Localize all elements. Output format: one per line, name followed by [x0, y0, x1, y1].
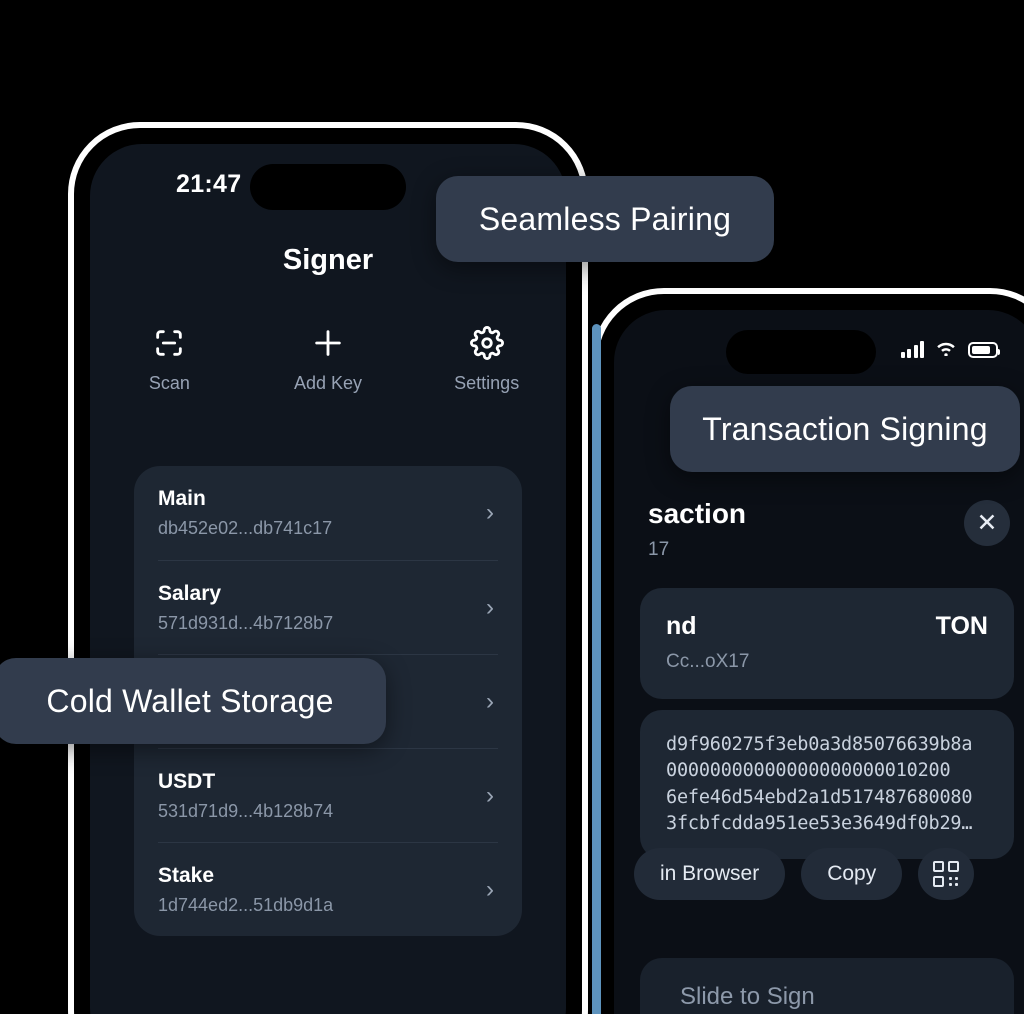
close-icon: ✕	[976, 508, 998, 537]
scan-icon	[152, 326, 186, 360]
slide-to-sign-slider[interactable]: Slide to Sign	[640, 958, 1014, 1014]
transaction-payload-card: d9f960275f3eb0a3d85076639b8a 00000000000…	[640, 710, 1014, 860]
wallet-name: Stake	[158, 863, 215, 887]
chevron-right-icon: ›	[486, 781, 494, 809]
copy-button[interactable]: Copy	[801, 848, 903, 900]
chevron-right-icon: ›	[486, 687, 494, 715]
action-add-key-label: Add Key	[293, 373, 363, 393]
qr-code-button[interactable]	[918, 848, 975, 900]
slide-to-sign-label: Slide to Sign	[680, 983, 815, 1010]
feature-pill-transaction-signing: Transaction Signing	[670, 386, 1020, 472]
close-button[interactable]: ✕	[964, 500, 1010, 546]
payload-line: d9f960275f3eb0a3d85076639b8a	[666, 734, 973, 755]
payload-line: 3fcbfcdda951ee53e3649df0b29…	[666, 812, 973, 834]
chevron-right-icon: ›	[486, 499, 494, 526]
payload-line: 00000000000000000000010200	[666, 760, 951, 782]
wallet-address: 571d931d...4b7128b7	[158, 612, 334, 633]
action-scan-label: Scan	[148, 373, 190, 393]
feature-pill-label: Cold Wallet Storage	[46, 682, 334, 719]
wallet-row[interactable]: Stake 1d744ed2...51db9d1a ›	[158, 842, 498, 936]
wallet-name: USDT	[158, 769, 216, 793]
transaction-title: saction	[648, 498, 747, 529]
amount-label: nd	[666, 612, 697, 640]
wallet-name: Salary	[158, 581, 222, 605]
chevron-right-icon: ›	[486, 875, 494, 903]
chevron-right-icon: ›	[486, 593, 494, 621]
gear-icon	[469, 326, 504, 360]
plus-icon	[311, 326, 345, 360]
quick-action-row: Scan Add Key Settings	[90, 326, 566, 394]
action-add-key[interactable]: Add Key	[249, 326, 408, 394]
action-settings[interactable]: Settings	[407, 326, 566, 394]
transaction-amount-card: nd TON Cc...oX17	[640, 588, 1014, 699]
wallet-address: 531d71d9...4b128b74	[158, 800, 334, 821]
destination-address: Cc...oX17	[666, 651, 750, 672]
accent-edge-highlight	[592, 324, 601, 1014]
wallet-row[interactable]: Main db452e02...db741c17 ›	[158, 466, 498, 560]
wallet-row[interactable]: Salary 571d931d...4b7128b7 ›	[158, 560, 498, 654]
feature-pill-seamless-pairing: Seamless Pairing	[436, 176, 774, 262]
left-phone-screen: 21:47 Signer Scan Add Key Settings Main …	[90, 144, 566, 1014]
signal-icon	[900, 341, 924, 358]
currency-label: TON	[935, 612, 988, 640]
status-time: 21:47	[176, 170, 242, 198]
dynamic-island	[726, 330, 877, 374]
status-bar-icons	[900, 338, 1000, 361]
wallet-name: Main	[158, 487, 206, 510]
battery-icon	[968, 341, 1000, 358]
dynamic-island	[250, 164, 406, 210]
wifi-icon	[934, 338, 958, 361]
transaction-actions: in Browser Copy	[634, 848, 1014, 900]
wallet-address: 1d744ed2...51db9d1a	[158, 894, 334, 915]
feature-pill-label: Transaction Signing	[702, 410, 988, 447]
qr-code-icon	[933, 861, 960, 887]
open-in-browser-button[interactable]: in Browser	[634, 848, 786, 900]
promo-composition: 21:47 Signer Scan Add Key Settings Main …	[0, 0, 1024, 1014]
transaction-subtitle: 17	[648, 539, 670, 560]
payload-line: 6efe46d54ebd2a1d517487680080	[666, 786, 973, 808]
transaction-header: saction 17 ✕	[648, 498, 1010, 561]
feature-pill-cold-wallet-storage: Cold Wallet Storage	[0, 658, 386, 744]
feature-pill-label: Seamless Pairing	[478, 200, 732, 237]
wallet-address: db452e02...db741c17	[158, 518, 333, 538]
action-scan[interactable]: Scan	[90, 326, 249, 394]
wallet-row[interactable]: USDT 531d71d9...4b128b74 ›	[158, 748, 498, 842]
action-settings-label: Settings	[454, 373, 520, 393]
